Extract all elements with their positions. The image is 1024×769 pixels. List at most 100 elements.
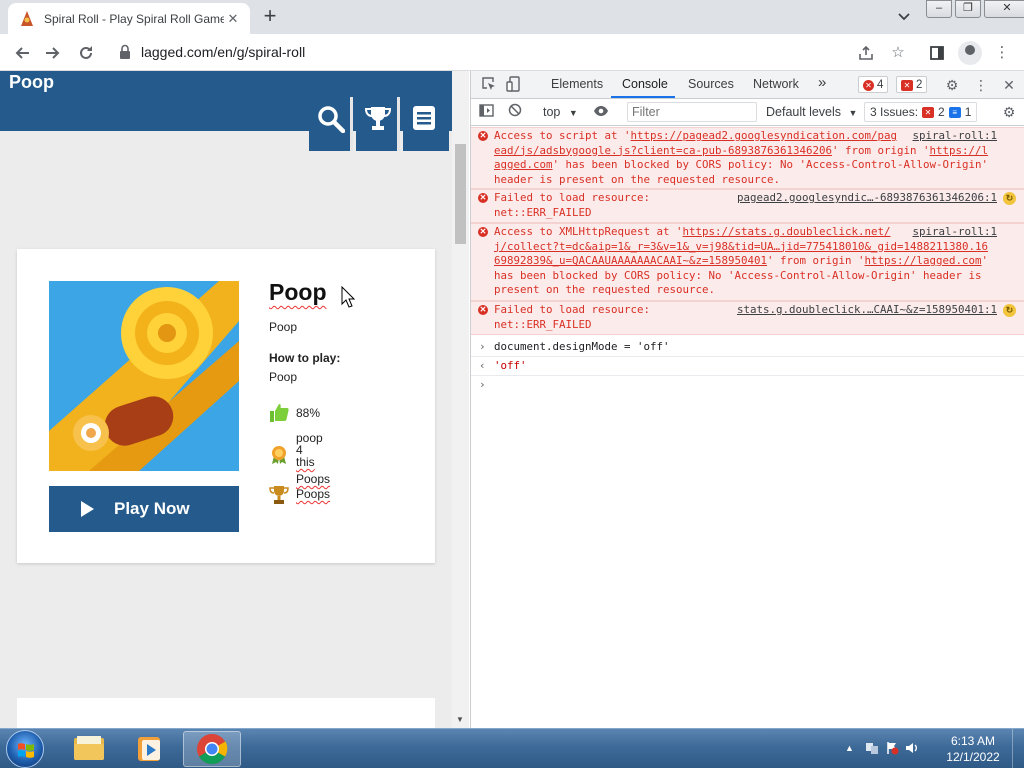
game-description: Poop: [269, 320, 298, 334]
restore-button[interactable]: ❐: [955, 0, 981, 18]
taskbar-media-player[interactable]: [121, 731, 179, 767]
inspect-icon[interactable]: [479, 76, 497, 94]
gear-icon[interactable]: ⚙: [943, 76, 961, 94]
site-menu-button[interactable]: [403, 97, 449, 151]
browser-toolbar: lagged.com/en/g/spiral-roll ☆ ⋮: [0, 34, 1024, 71]
menu-dots-icon[interactable]: ⋮: [990, 41, 1014, 65]
address-bar[interactable]: lagged.com/en/g/spiral-roll: [141, 44, 305, 60]
trophy-icon: [364, 107, 392, 130]
command-chevron-icon: ›: [479, 340, 486, 353]
action-center-flag-icon[interactable]: [885, 741, 899, 755]
star-icon[interactable]: ☆: [886, 41, 910, 65]
log-levels-dropdown[interactable]: Default levels ▼: [766, 105, 857, 119]
error-count-badge[interactable]: ✕ 4: [858, 76, 889, 93]
start-button[interactable]: [6, 730, 44, 768]
side-panel-icon[interactable]: [925, 41, 949, 65]
taskbar-explorer[interactable]: [60, 731, 118, 767]
console-prompt-input[interactable]: ›: [471, 378, 1024, 396]
award-icon: [272, 446, 286, 464]
error-icon: ✕: [863, 79, 874, 91]
thumbs-up-icon[interactable]: [269, 403, 289, 423]
network-source-icon[interactable]: ↻: [1003, 192, 1016, 205]
page-scrollbar-thumb[interactable]: [455, 144, 466, 244]
network-icon[interactable]: [865, 741, 879, 755]
back-icon[interactable]: [9, 40, 35, 66]
system-tray: ▲: [845, 741, 919, 757]
mouse-cursor-icon: [341, 286, 355, 308]
console-output: ✕ Access to script at 'https://pagead2.g…: [471, 127, 1024, 727]
tab-elements[interactable]: Elements: [551, 77, 603, 91]
show-desktop-button[interactable]: [1012, 729, 1024, 769]
more-tabs-button[interactable]: »: [818, 74, 826, 91]
reload-icon[interactable]: [73, 40, 99, 66]
howto-heading: How to play:: [269, 351, 341, 365]
game-thumbnail[interactable]: [49, 281, 239, 471]
filter-input[interactable]: [627, 102, 757, 122]
tab-close-icon[interactable]: ✕: [224, 10, 242, 28]
message-source-link[interactable]: spiral-roll:1: [908, 225, 997, 240]
trophy-text: Poops: [296, 487, 331, 501]
issue-error-icon: ✕: [901, 79, 913, 91]
issues-button[interactable]: 3 Issues: ✕ 2 ≡ 1: [864, 102, 978, 122]
command-text: document.designMode = 'off': [494, 340, 670, 353]
issue-count: 2: [916, 79, 923, 91]
howto-text: Poop: [269, 370, 298, 384]
message-text-part: ' has been blocked by CORS policy: No 'A…: [494, 158, 989, 186]
error-icon: ✕: [478, 305, 488, 315]
message-link[interactable]: https://lagged.com: [865, 254, 982, 267]
taskbar-chrome[interactable]: [183, 731, 241, 767]
menu-icon: [413, 106, 435, 130]
tab-console[interactable]: Console: [622, 77, 668, 91]
site-search-button[interactable]: [309, 97, 353, 151]
game-title: Poop: [269, 279, 327, 305]
forward-icon[interactable]: [40, 40, 66, 66]
scroll-down-arrow-icon[interactable]: ▼: [456, 715, 464, 724]
console-error-message: ✕ Failed to load resource: net::ERR_FAIL…: [471, 189, 1024, 223]
new-tab-button[interactable]: +: [258, 5, 282, 29]
media-player-icon: [138, 737, 160, 761]
error-count: 4: [877, 79, 884, 91]
issue-count-badge[interactable]: ✕ 2: [896, 76, 928, 93]
clear-icon[interactable]: [506, 103, 524, 121]
minimize-button[interactable]: ‒: [926, 0, 952, 18]
result-text: 'off': [494, 359, 527, 372]
issues-label: 3 Issues:: [870, 105, 919, 119]
window-close-button[interactable]: ✕: [984, 0, 1024, 18]
levels-dropdown-icon: ▼: [848, 108, 858, 118]
tab-network[interactable]: Network: [753, 77, 799, 91]
system-clock[interactable]: 6:13 AM 12/1/2022: [937, 733, 1009, 765]
page-scrollbar[interactable]: ▼: [452, 71, 469, 728]
sidebar-icon[interactable]: [477, 103, 495, 121]
lock-icon[interactable]: [119, 44, 131, 60]
search-icon: [318, 106, 345, 133]
tab-search-chevron-icon[interactable]: [894, 8, 914, 28]
close-icon[interactable]: ✕: [1000, 76, 1018, 94]
rating-percent: 88%: [296, 406, 321, 420]
profile-icon[interactable]: [958, 41, 982, 65]
levels-label: Default levels: [766, 105, 842, 119]
active-tab-indicator: [611, 96, 675, 98]
error-icon: ✕: [478, 227, 488, 237]
site-title[interactable]: Poop: [9, 72, 54, 93]
message-source-link[interactable]: pagead2.googlesyndic…-6893876361346206:1: [737, 191, 997, 206]
message-text-part: Access to script at ': [494, 129, 631, 142]
play-now-button[interactable]: Play Now: [49, 486, 239, 532]
message-source-link[interactable]: stats.g.doubleclick.…CAAI~&z=158950401:1: [737, 303, 997, 318]
share-icon[interactable]: [854, 41, 878, 65]
console-settings-gear-icon[interactable]: ⚙: [1000, 103, 1018, 121]
show-hidden-icons-icon[interactable]: ▲: [845, 741, 859, 755]
site-trophy-button[interactable]: [356, 97, 400, 151]
volume-icon[interactable]: [905, 741, 919, 755]
issues-error-icon: ✕: [922, 106, 935, 118]
console-error-message: ✕ Failed to load resource: net::ERR_FAIL…: [471, 301, 1024, 335]
message-source-link[interactable]: spiral-roll:1: [908, 129, 997, 144]
context-selector[interactable]: top ▼: [543, 105, 578, 119]
award-line-2: 4: [296, 443, 303, 457]
devtools-panel: Elements Console Sources Network » ✕ 4 ✕…: [470, 71, 1024, 728]
eye-icon[interactable]: [592, 103, 610, 121]
browser-tab[interactable]: Spiral Roll - Play Spiral Roll Game ✕: [8, 3, 250, 34]
tab-sources[interactable]: Sources: [688, 77, 734, 91]
network-source-icon[interactable]: ↻: [1003, 304, 1016, 317]
device-icon[interactable]: [505, 76, 523, 94]
devtools-menu-icon[interactable]: ⋮: [972, 76, 990, 94]
